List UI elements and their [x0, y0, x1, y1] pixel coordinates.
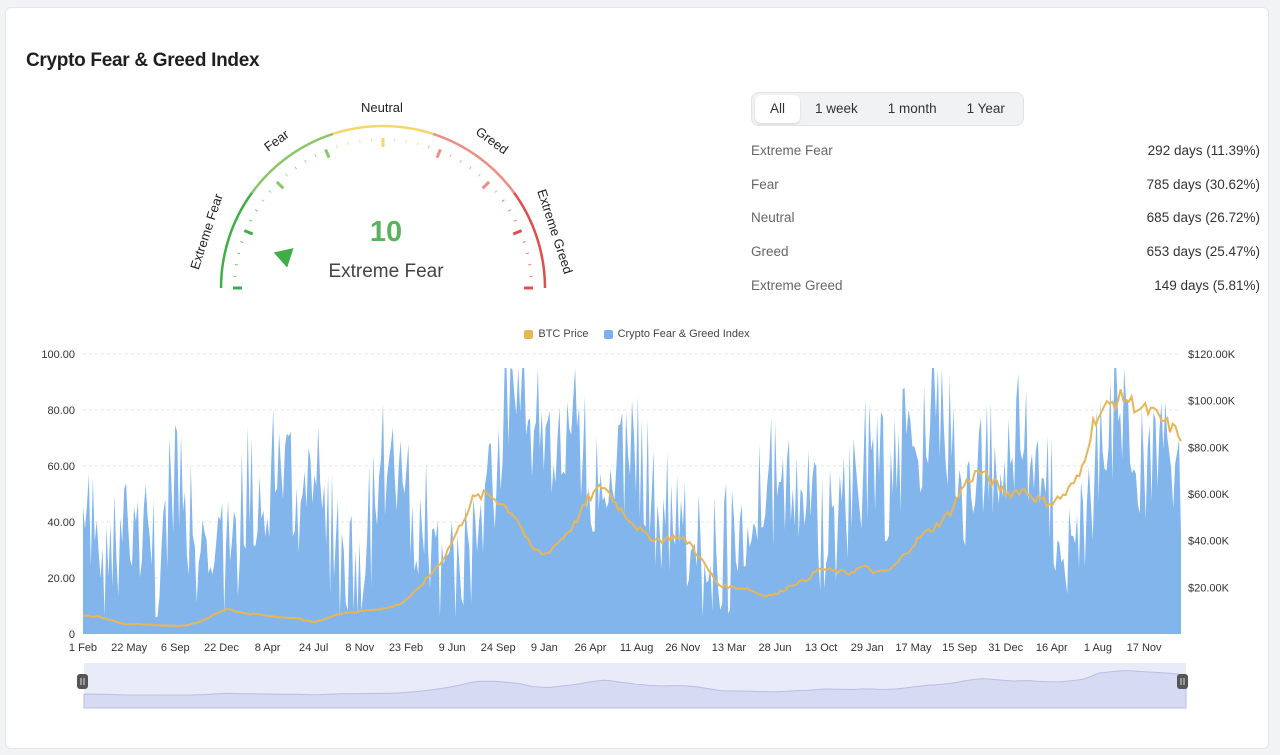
x-tick-label: 9 Jun — [439, 642, 466, 654]
x-tick-label: 26 Nov — [665, 642, 700, 654]
x-tick-label: 8 Nov — [345, 642, 374, 654]
y-left-tick-label: 20.00 — [47, 573, 75, 585]
x-tick-label: 1 Feb — [69, 642, 97, 654]
x-tick-label: 28 Jun — [759, 642, 792, 654]
fear-greed-area — [83, 368, 1181, 634]
x-tick-label: 17 Nov — [1127, 642, 1162, 654]
navigator-handle-left[interactable] — [77, 674, 88, 689]
x-tick-label: 22 May — [111, 642, 148, 654]
fear-greed-card: Crypto Fear & Greed Index Extreme Fear F… — [5, 7, 1269, 749]
x-tick-label: 11 Aug — [620, 642, 653, 654]
y-left-tick-label: 100.00 — [41, 349, 75, 361]
x-tick-label: 24 Jul — [299, 642, 328, 654]
y-right-tick-label: $40.00K — [1188, 536, 1230, 548]
y-right-tick-label: $20.00K — [1188, 582, 1230, 594]
x-tick-label: 15 Sep — [942, 642, 977, 654]
x-tick-label: 16 Apr — [1036, 642, 1068, 654]
y-left-tick-label: 0 — [69, 629, 75, 641]
y-left-tick-label: 60.00 — [47, 461, 75, 473]
x-tick-label: 29 Jan — [851, 642, 884, 654]
x-tick-label: 23 Feb — [389, 642, 423, 654]
x-tick-label: 9 Jan — [531, 642, 558, 654]
x-tick-label: 17 May — [895, 642, 932, 654]
x-tick-label: 1 Aug — [1084, 642, 1112, 654]
y-right-tick-label: $100.00K — [1188, 396, 1236, 408]
x-tick-label: 13 Oct — [805, 642, 837, 654]
y-right-tick-label: $80.00K — [1188, 442, 1230, 454]
y-right-tick-label: $120.00K — [1188, 349, 1236, 361]
y-left-tick-label: 80.00 — [47, 405, 75, 417]
x-tick-label: 31 Dec — [988, 642, 1023, 654]
x-tick-label: 24 Sep — [481, 642, 516, 654]
x-tick-label: 22 Dec — [204, 642, 239, 654]
x-tick-label: 8 Apr — [255, 642, 281, 654]
fear-greed-history-chart: 0 20.00 40.00 60.00 80.00 100.00 $20.00K $40.00… — [41, 349, 1236, 709]
navigator-handle-right[interactable] — [1177, 674, 1188, 689]
x-tick-label: 6 Sep — [161, 642, 190, 654]
y-right-tick-label: $60.00K — [1188, 489, 1230, 501]
x-tick-label: 26 Apr — [575, 642, 607, 654]
y-left-tick-label: 40.00 — [47, 517, 75, 529]
x-tick-label: 13 Mar — [712, 642, 747, 654]
